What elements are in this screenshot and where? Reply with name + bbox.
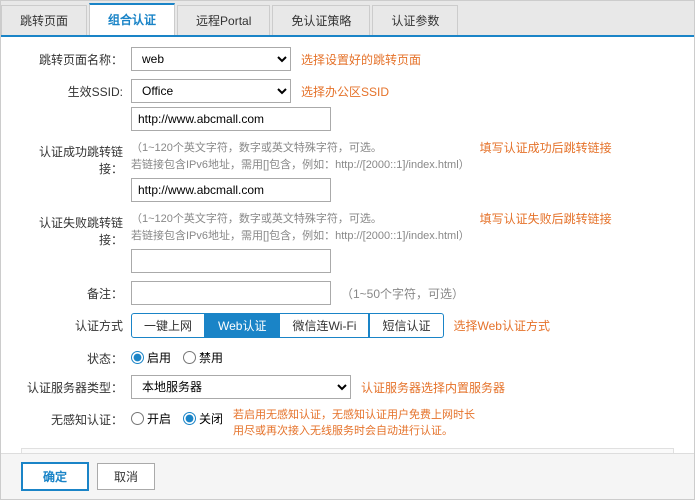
status-disable-radio[interactable] [183, 351, 196, 364]
fail-redirect-hint: 填写认证失败后跳转链接 [480, 210, 612, 227]
auth-method-label: 认证方式 [21, 313, 131, 334]
success-redirect-input[interactable] [131, 178, 331, 202]
fail-redirect-sub2: 若链接包含IPv6地址，需用[]包含，例如：http://[2000::1]/i… [131, 229, 470, 244]
success-redirect-label: 认证成功跳转链接： [21, 139, 131, 177]
auth-method-row: 认证方式 一键上网 Web认证 微信连Wi-Fi 短信认证 选择Web认证方式 [21, 313, 674, 338]
tab-redirect-page[interactable]: 跳转页面 [1, 5, 87, 35]
redirect-page-control: web 选择设置好的跳转页面 [131, 47, 421, 71]
main-window: 跳转页面 组合认证 远程Portal 免认证策略 认证参数 跳转页面名称： we… [0, 0, 695, 500]
remarks-label: 备注： [21, 281, 131, 302]
redirect-page-select[interactable]: web [131, 47, 291, 71]
tab-auth-params[interactable]: 认证参数 [372, 5, 458, 35]
remarks-sub: （1~50个字符，可选） [341, 281, 464, 302]
status-enable-text: 启用 [147, 349, 171, 366]
auth-btn-wechat[interactable]: 微信连Wi-Fi [279, 313, 369, 338]
bottom-bar: 确定 取消 [1, 453, 694, 499]
auth-server-label: 认证服务器类型： [21, 375, 131, 396]
senseless-on-label[interactable]: 开启 [131, 410, 171, 427]
ssid-controls: Office 选择办公区SSID [131, 79, 674, 131]
remarks-row: 备注： （1~50个字符，可选） [21, 281, 674, 305]
remarks-controls: （1~50个字符，可选） [131, 281, 464, 305]
fail-redirect-row: 认证失败跳转链接： （1~120个英文字符，数字或英文特殊字符，可选。 若链接包… [21, 210, 674, 273]
senseless-radio-group: 开启 关闭 [131, 407, 223, 427]
form-content: 跳转页面名称： web 选择设置好的跳转页面 生效SSID: Office 选择… [1, 37, 694, 453]
remarks-input[interactable] [131, 281, 331, 305]
senseless-off-radio[interactable] [183, 412, 196, 425]
success-redirect-sub2: 若链接包含IPv6地址，需用[]包含，例如：http://[2000::1]/i… [131, 158, 470, 173]
redirect-page-label: 跳转页面名称： [21, 47, 131, 68]
status-enable-radio[interactable] [131, 351, 144, 364]
tab-combo-auth[interactable]: 组合认证 [89, 3, 175, 35]
success-redirect-controls: （1~120个英文字符，数字或英文特殊字符，可选。 若链接包含IPv6地址，需用… [131, 139, 674, 202]
status-enable-label[interactable]: 启用 [131, 349, 171, 366]
status-label: 状态： [21, 346, 131, 367]
senseless-row: 无感知认证： 开启 关闭 若启用无感知认证，无感知认证用户免费上网时长用尽或再次… [21, 407, 674, 440]
success-redirect-row: 认证成功跳转链接： （1~120个英文字符，数字或英文特殊字符，可选。 若链接包… [21, 139, 674, 202]
tab-bar: 跳转页面 组合认证 远程Portal 免认证策略 认证参数 [1, 1, 694, 37]
ssid-select[interactable]: Office [131, 79, 291, 103]
success-redirect-hint: 填写认证成功后跳转链接 [480, 139, 612, 156]
auth-method-controls: 一键上网 Web认证 微信连Wi-Fi 短信认证 选择Web认证方式 [131, 313, 550, 338]
tab-remote-portal[interactable]: 远程Portal [177, 5, 270, 35]
ssid-label: 生效SSID: [21, 79, 131, 100]
ssid-row: 生效SSID: Office 选择办公区SSID [21, 79, 674, 131]
status-disable-text: 禁用 [199, 349, 223, 366]
redirect-page-row: 跳转页面名称： web 选择设置好的跳转页面 [21, 47, 674, 71]
status-radio-group: 启用 禁用 [131, 346, 223, 366]
auth-btn-one-click[interactable]: 一键上网 [131, 313, 205, 338]
fail-redirect-label: 认证失败跳转链接： [21, 210, 131, 248]
auth-server-select[interactable]: 本地服务器 [131, 375, 351, 399]
ssid-hint: 选择办公区SSID [301, 79, 389, 100]
auth-server-controls: 本地服务器 认证服务器选择内置服务器 [131, 375, 505, 399]
auth-server-hint: 认证服务器选择内置服务器 [361, 375, 505, 396]
fail-redirect-controls: （1~120个英文字符，数字或英文特殊字符，可选。 若链接包含IPv6地址，需用… [131, 210, 674, 273]
senseless-on-radio[interactable] [131, 412, 144, 425]
status-disable-label[interactable]: 禁用 [183, 349, 223, 366]
auth-method-hint: 选择Web认证方式 [454, 313, 550, 334]
fail-redirect-sub1: （1~120个英文字符，数字或英文特殊字符，可选。 [131, 212, 470, 227]
cancel-button[interactable]: 取消 [97, 463, 155, 490]
senseless-controls: 开启 关闭 若启用无感知认证，无感知认证用户免费上网时长用尽或再次接入无线服务时… [131, 407, 475, 440]
senseless-off-text: 关闭 [199, 410, 223, 427]
senseless-on-text: 开启 [147, 410, 171, 427]
status-row: 状态： 启用 禁用 [21, 346, 674, 367]
ssid-url-input[interactable] [131, 107, 331, 131]
senseless-label: 无感知认证： [21, 407, 131, 428]
auth-server-row: 认证服务器类型： 本地服务器 认证服务器选择内置服务器 [21, 375, 674, 399]
redirect-page-hint: 选择设置好的跳转页面 [301, 47, 421, 68]
auth-btn-group: 一键上网 Web认证 微信连Wi-Fi 短信认证 [131, 313, 444, 338]
tab-free-auth[interactable]: 免认证策略 [272, 5, 370, 35]
auth-btn-web[interactable]: Web认证 [205, 313, 279, 338]
fail-redirect-input[interactable] [131, 249, 331, 273]
confirm-button[interactable]: 确定 [21, 462, 89, 491]
senseless-hint: 若启用无感知认证，无感知认证用户免费上网时长用尽或再次接入无线服务时会自动进行认… [233, 407, 475, 440]
success-redirect-sub1: （1~120个英文字符，数字或英文特殊字符，可选。 [131, 141, 470, 156]
auth-btn-sms[interactable]: 短信认证 [369, 313, 443, 338]
senseless-off-label[interactable]: 关闭 [183, 410, 223, 427]
